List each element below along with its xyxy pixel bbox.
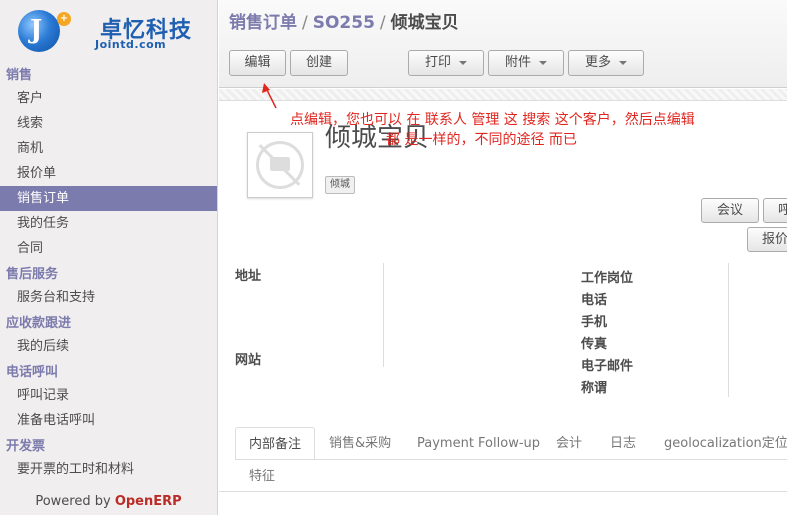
website-label: 网站 (235, 353, 262, 368)
menu-section-invoicing: 开发票 (6, 439, 46, 454)
job-position-label: 工作岗位 (581, 271, 634, 286)
powered-by: Powered by OpenERP (0, 494, 217, 509)
breadcrumb-current: 倾城宝贝 (390, 13, 459, 33)
tab-divider (235, 459, 787, 460)
sidebar-item-helpdesk[interactable]: 服务台和支持 (0, 285, 217, 310)
chevron-down-icon (619, 60, 627, 65)
menu-section-after-sales: 售后服务 (6, 267, 59, 282)
tab-history[interactable]: 日志 (597, 427, 649, 460)
fax-label: 传真 (581, 337, 608, 352)
view-header: 销售订单 / SO255/倾城宝贝 编辑 创建 打印 附件 更多 (219, 0, 787, 88)
calls-button-label: 呼 (778, 203, 787, 218)
openerp-window: J + 卓忆科技 Jointd.com 销售 客户 线索 商机 报价单 销售订单… (0, 0, 787, 515)
tab-sales-purchases[interactable]: 销售&采购 (316, 427, 404, 460)
quotations-button-label: 报价 (762, 232, 787, 247)
sidebar-item-leads[interactable]: 线索 (0, 111, 217, 136)
breadcrumb-separator: / (379, 13, 386, 33)
menu-section-sales: 销售 (6, 68, 33, 83)
calls-button[interactable]: 呼 (763, 198, 787, 223)
sidebar-item-opportunities[interactable]: 商机 (0, 136, 217, 161)
breadcrumb: 销售订单 / SO255/倾城宝贝 (229, 8, 459, 33)
edit-button[interactable]: 编辑 (229, 50, 286, 76)
meetings-button[interactable]: 会议 (701, 198, 759, 223)
partner-tag: 倾城 (325, 176, 355, 194)
title-label: 称谓 (581, 381, 608, 396)
sheet-background-stripe (219, 89, 787, 101)
sidebar-item-contracts[interactable]: 合同 (0, 236, 217, 261)
sidebar: J + 卓忆科技 Jointd.com 销售 客户 线索 商机 报价单 销售订单… (0, 0, 218, 515)
breadcrumb-separator: / (302, 13, 308, 33)
tab-geolocalization[interactable]: geolocalization定位 (651, 427, 787, 460)
sidebar-item-customers[interactable]: 客户 (0, 86, 217, 111)
sidebar-item-timesheets-to-invoice[interactable]: 要开票的工时和材料 (0, 457, 217, 482)
tab-accounting[interactable]: 会计 (543, 427, 595, 460)
print-dropdown-label: 打印 (424, 55, 451, 70)
tab-content-divider (219, 491, 787, 492)
sidebar-item-call-logs[interactable]: 呼叫记录 (0, 383, 217, 408)
sidebar-item-my-followups[interactable]: 我的后续 (0, 334, 217, 359)
more-dropdown-label: 更多 (584, 55, 611, 70)
more-dropdown[interactable]: 更多 (568, 50, 644, 76)
annotation-text: 点编辑，您也可以 在 联系人 管理 这 搜索 这个客户，然后点编辑 都 是一样的… (290, 110, 770, 150)
annotation-line-2: 都 是一样的，不同的途径 而已 (386, 132, 577, 148)
attachment-dropdown-label: 附件 (504, 55, 531, 70)
create-button[interactable]: 创建 (290, 50, 348, 76)
edit-button-label: 编辑 (244, 55, 271, 70)
chevron-down-icon (539, 60, 547, 65)
logo-name-en: Jointd.com (95, 38, 167, 51)
sidebar-menu: 销售 客户 线索 商机 报价单 销售订单 我的任务 合同 售后服务 服务台和支持… (0, 66, 217, 482)
attachment-dropdown[interactable]: 附件 (488, 50, 564, 76)
field-divider (383, 263, 384, 367)
company-logo[interactable]: J + 卓忆科技 Jointd.com (0, 0, 218, 62)
print-dropdown[interactable]: 打印 (408, 50, 484, 76)
meetings-button-label: 会议 (716, 203, 743, 218)
sidebar-item-sales-orders[interactable]: 销售订单 (0, 186, 217, 211)
mobile-label: 手机 (581, 315, 608, 330)
sidebar-item-scheduled-calls[interactable]: 准备电话呼叫 (0, 408, 217, 433)
sidebar-item-my-tasks[interactable]: 我的任务 (0, 211, 217, 236)
breadcrumb-root[interactable]: 销售订单 (229, 13, 297, 33)
breadcrumb-order[interactable]: SO255 (313, 13, 375, 33)
powered-by-label: Powered by (35, 494, 115, 509)
chevron-down-icon (459, 60, 467, 65)
logo-mark-letter: J (30, 15, 43, 45)
address-label: 地址 (235, 269, 262, 284)
menu-section-receivables: 应收款跟进 (6, 316, 72, 331)
tab-features[interactable]: 特征 (236, 460, 288, 493)
sidebar-item-quotations[interactable]: 报价单 (0, 161, 217, 186)
phone-label: 电话 (581, 293, 608, 308)
menu-section-phone-calls: 电话呼叫 (6, 365, 59, 380)
email-label: 电子邮件 (581, 359, 634, 374)
tab-payment-followup[interactable]: Payment Follow-up (404, 427, 553, 460)
annotation-line-1: 点编辑，您也可以 在 联系人 管理 这 搜索 这个客户，然后点编辑 (290, 112, 695, 128)
partner-form-sheet: 倾城宝贝 倾城 会议 呼 报价 地址 网站 工作岗位 电话 手机 传真 电子邮件… (219, 101, 787, 515)
quotations-button[interactable]: 报价 (747, 227, 787, 252)
logo-badge: + (57, 12, 71, 26)
tab-internal-notes[interactable]: 内部备注 (235, 427, 316, 460)
field-divider (728, 263, 729, 397)
create-button-label: 创建 (305, 55, 332, 70)
powered-by-brand-link[interactable]: OpenERP (115, 494, 182, 509)
